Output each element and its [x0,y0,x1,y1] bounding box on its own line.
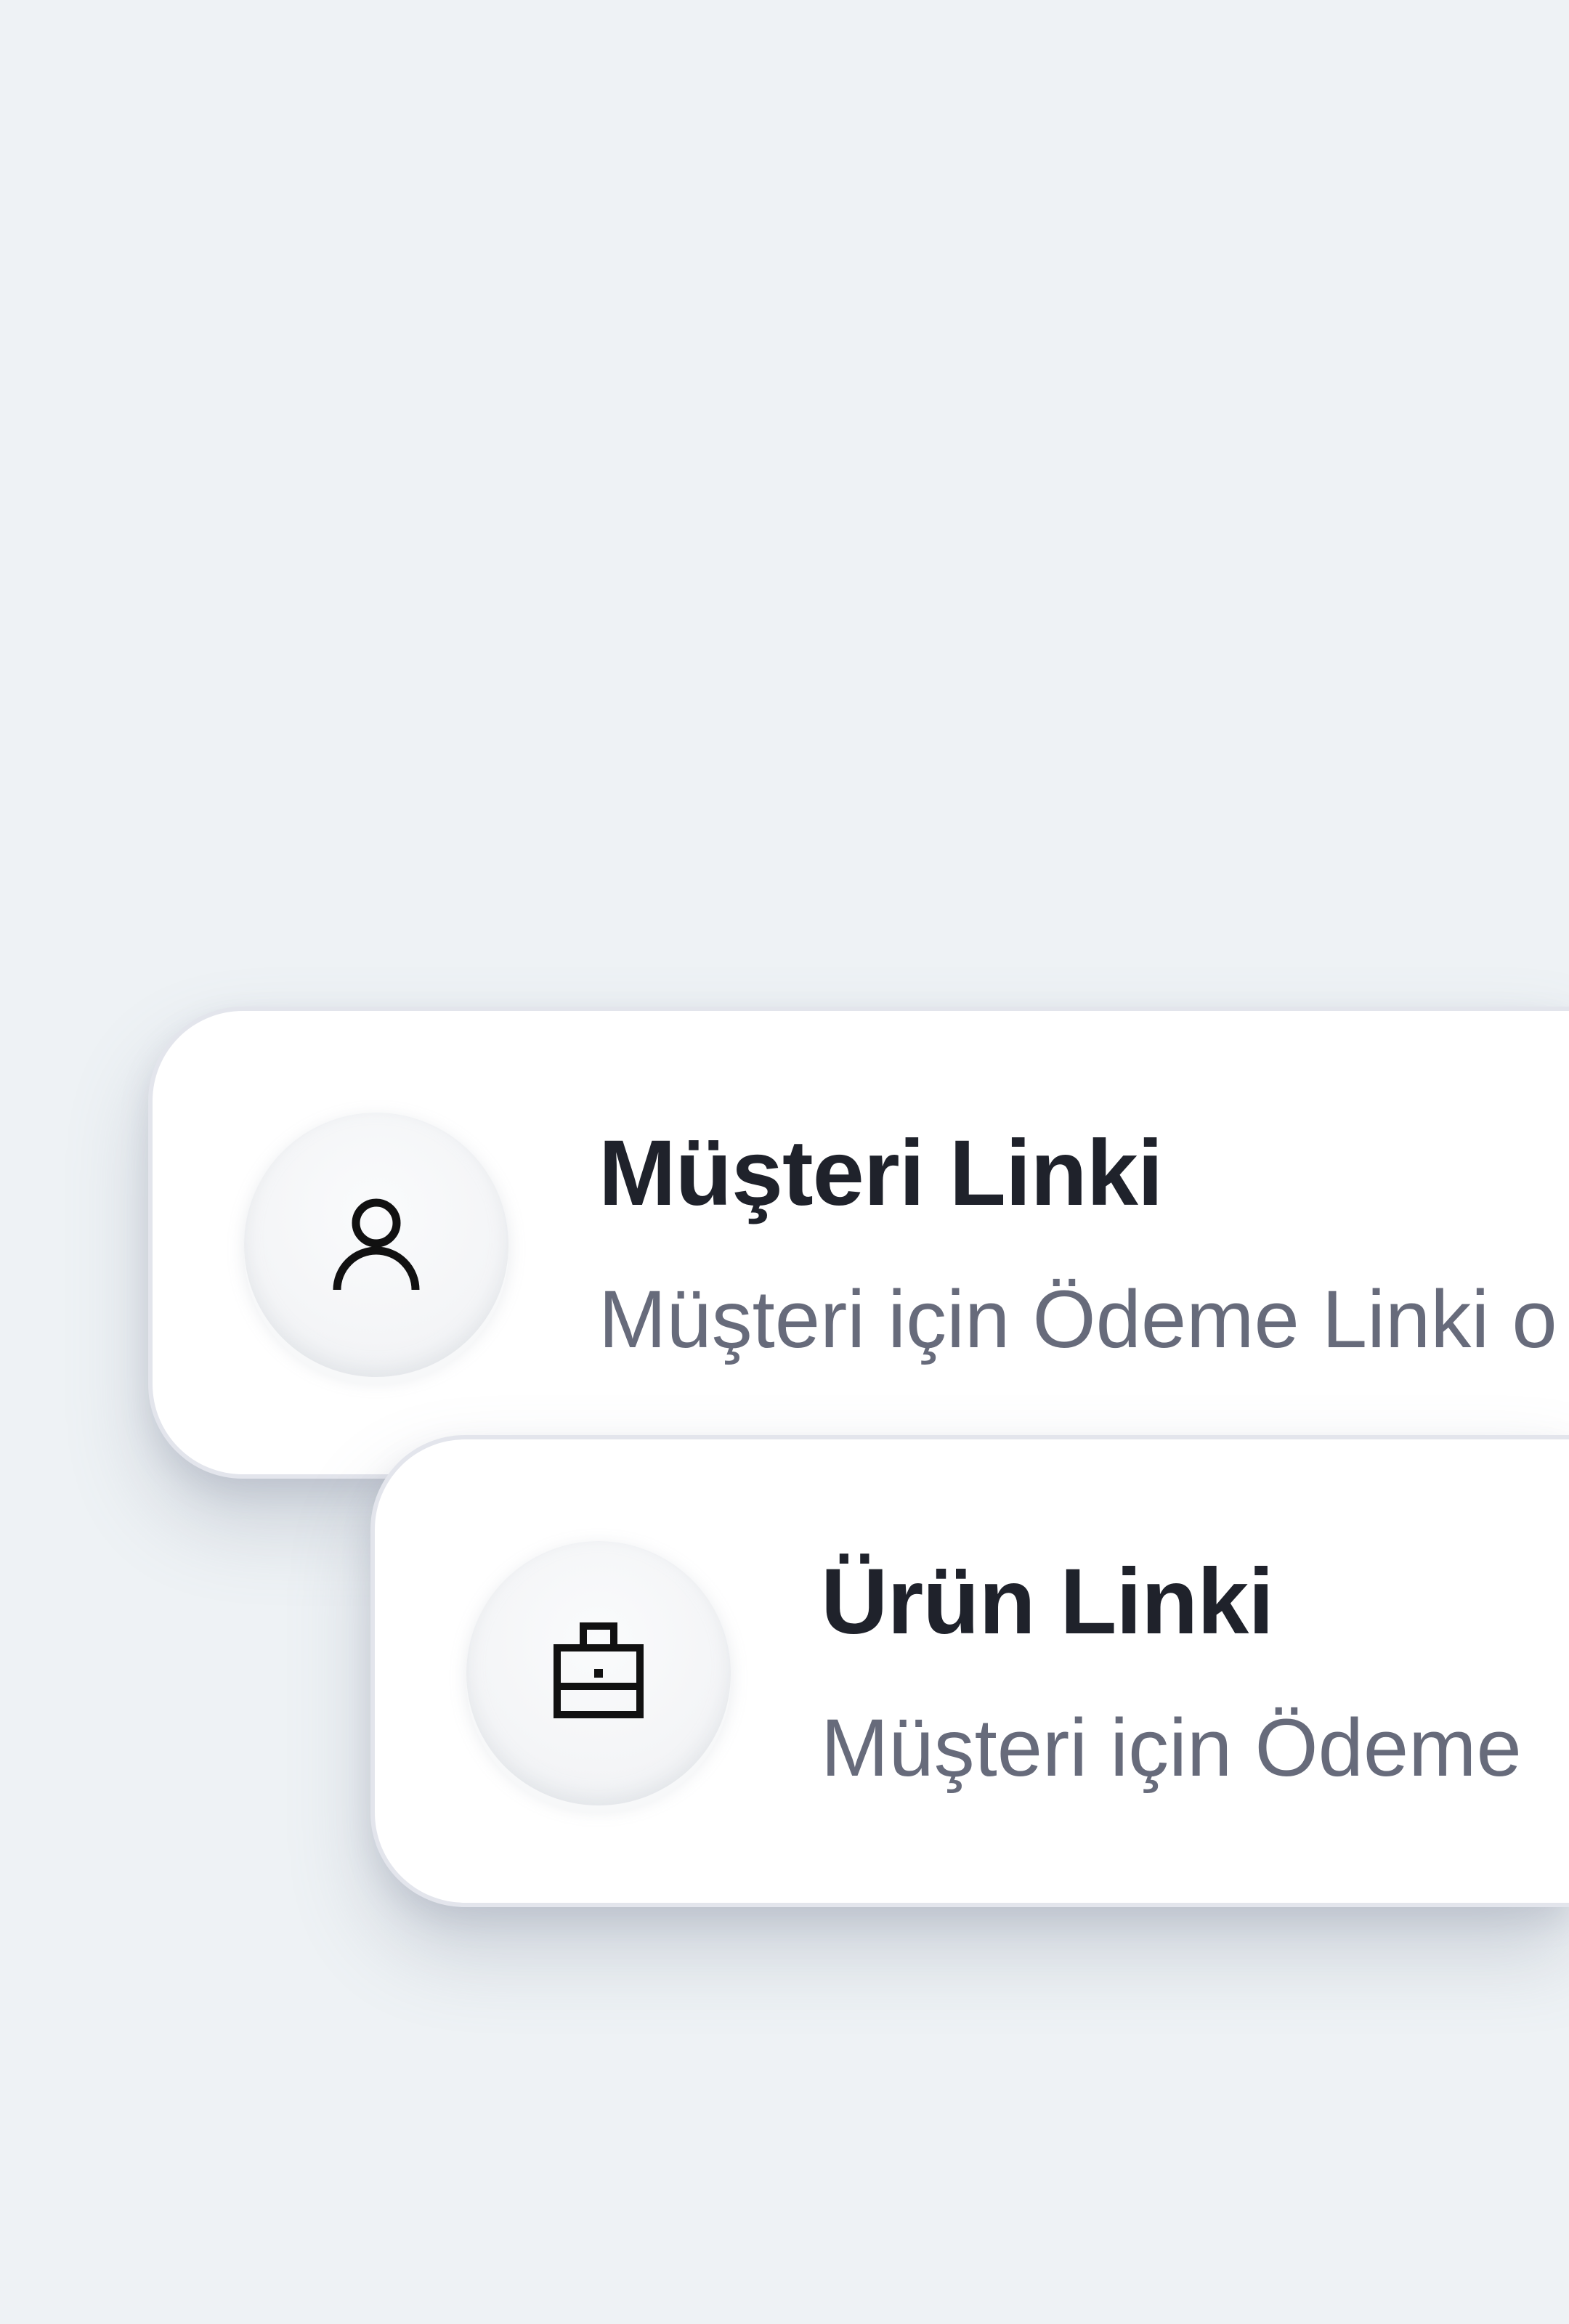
briefcase-icon [554,1622,644,1718]
product-icon-circle [466,1541,731,1805]
card-subtitle: Müşteri için Ödeme Linki o [599,1274,1557,1365]
user-icon [333,1198,420,1291]
product-link-card[interactable]: Ürün Linki Müşteri için Ödeme [370,1435,1569,1907]
card-title: Ürün Linki [821,1550,1274,1654]
customer-link-card[interactable]: Müşteri Linki Müşteri için Ödeme Linki o [148,1007,1569,1479]
card-title: Müşteri Linki [599,1121,1163,1225]
customer-icon-circle [244,1113,508,1377]
card-subtitle: Müşteri için Ödeme [821,1702,1522,1793]
